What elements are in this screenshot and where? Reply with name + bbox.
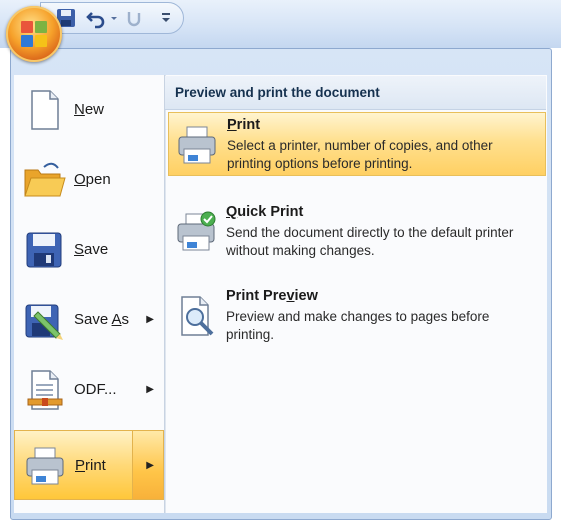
submenu-arrow-icon: ▶	[146, 384, 154, 395]
command-description: Send the document directly to the defaul…	[226, 225, 514, 258]
menu-item-open[interactable]: Open	[14, 145, 164, 215]
menu-item-label: Open	[74, 171, 111, 188]
undo-icon[interactable]	[85, 7, 107, 29]
command-title: Quick Print	[226, 204, 304, 220]
left-command-column: New Open Save Save As ▶ ODF... ▶ Print ▶	[14, 75, 165, 513]
printer-icon	[178, 126, 216, 164]
submenu-arrow-icon: ▶	[146, 460, 154, 471]
command-quick-print[interactable]: Quick Print Send the document directly t…	[168, 200, 546, 270]
submenu-arrow-icon: ▶	[146, 314, 154, 325]
menu-item-new[interactable]: New	[14, 75, 164, 145]
submenu-title: Preview and print the document	[165, 76, 546, 110]
menu-item-odf[interactable]: ODF... ▶	[14, 355, 164, 425]
command-print-preview[interactable]: Print Preview Preview and make changes t…	[168, 284, 546, 354]
menu-item-save[interactable]: Save	[14, 215, 164, 285]
office-button[interactable]	[6, 6, 62, 62]
customize-toolbar-icon[interactable]	[159, 7, 173, 29]
menu-item-save-as[interactable]: Save As ▶	[14, 285, 164, 355]
command-print[interactable]: Print Select a printer, number of copies…	[168, 112, 546, 176]
folder-open-icon	[24, 162, 66, 197]
floppy-disk-icon	[26, 232, 62, 268]
command-description: Preview and make changes to pages before…	[226, 309, 490, 342]
print-preview-icon	[181, 296, 214, 336]
menu-item-label: New	[74, 101, 105, 118]
new-document-icon	[31, 90, 59, 130]
menu-item-print[interactable]: Print ▶	[14, 430, 164, 500]
redo-icon[interactable]	[123, 7, 145, 29]
save-as-icon	[25, 304, 63, 340]
menu-item-label: Save	[74, 241, 109, 258]
quick-print-icon	[177, 211, 216, 251]
menu-item-label: ODF...	[74, 381, 117, 398]
command-description: Select a printer, number of copies, and …	[227, 138, 493, 171]
menu-item-label: Save As	[74, 311, 130, 328]
odf-document-icon	[27, 370, 63, 410]
menu-item-label: Print	[75, 457, 106, 474]
command-title: Print	[227, 117, 261, 133]
command-title: Print Preview	[226, 288, 318, 304]
printer-icon	[26, 447, 64, 485]
office-logo-icon	[21, 21, 47, 47]
